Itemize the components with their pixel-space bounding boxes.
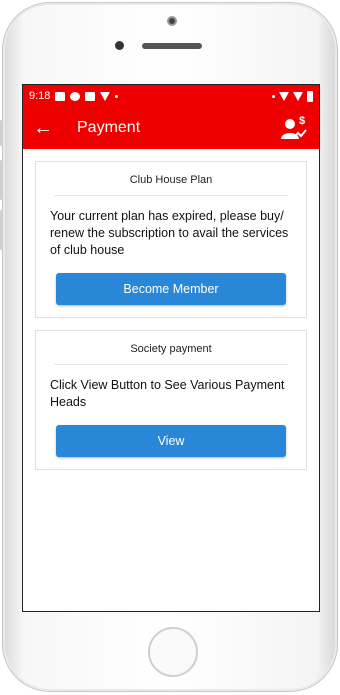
screen: 9:18 ← Payment $ Club House Plan Your cu…	[22, 84, 320, 612]
society-payment-card: Society payment Click View Button to See…	[35, 330, 307, 470]
wifi-icon	[279, 91, 289, 101]
card-text: Click View Button to See Various Payment…	[50, 378, 285, 409]
camera-icon	[167, 16, 177, 26]
app-bar: ← Payment $	[23, 107, 319, 149]
mute-switch[interactable]	[0, 120, 3, 146]
volume-down-button[interactable]	[0, 210, 3, 250]
volume-up-button[interactable]	[0, 160, 3, 200]
back-arrow-icon[interactable]: ←	[33, 118, 55, 138]
download-icon	[100, 91, 111, 101]
more-notifications-dot	[115, 94, 119, 98]
club-house-plan-card: Club House Plan Your current plan has ex…	[35, 161, 307, 318]
status-bar: 9:18	[23, 85, 319, 107]
calendar-icon	[85, 91, 96, 101]
signal-icon	[293, 91, 303, 101]
card-title: Society payment	[54, 341, 288, 365]
status-time: 9:18	[29, 90, 51, 102]
page-title: Payment	[77, 119, 141, 136]
card-text: Your current plan has expired, please bu…	[50, 209, 289, 257]
view-button[interactable]: View	[56, 425, 286, 457]
svg-text:$: $	[299, 115, 305, 127]
speaker-grill	[142, 43, 202, 49]
become-member-button[interactable]: Become Member	[56, 273, 286, 305]
card-title: Club House Plan	[54, 172, 288, 196]
home-button[interactable]	[148, 627, 198, 677]
battery-icon	[307, 90, 313, 102]
message-icon	[70, 91, 81, 101]
indicator-dot	[272, 94, 275, 98]
notification-icon	[55, 91, 66, 101]
main-content: Club House Plan Your current plan has ex…	[23, 149, 319, 611]
front-camera	[115, 41, 124, 50]
member-payment-icon[interactable]: $	[279, 113, 309, 143]
